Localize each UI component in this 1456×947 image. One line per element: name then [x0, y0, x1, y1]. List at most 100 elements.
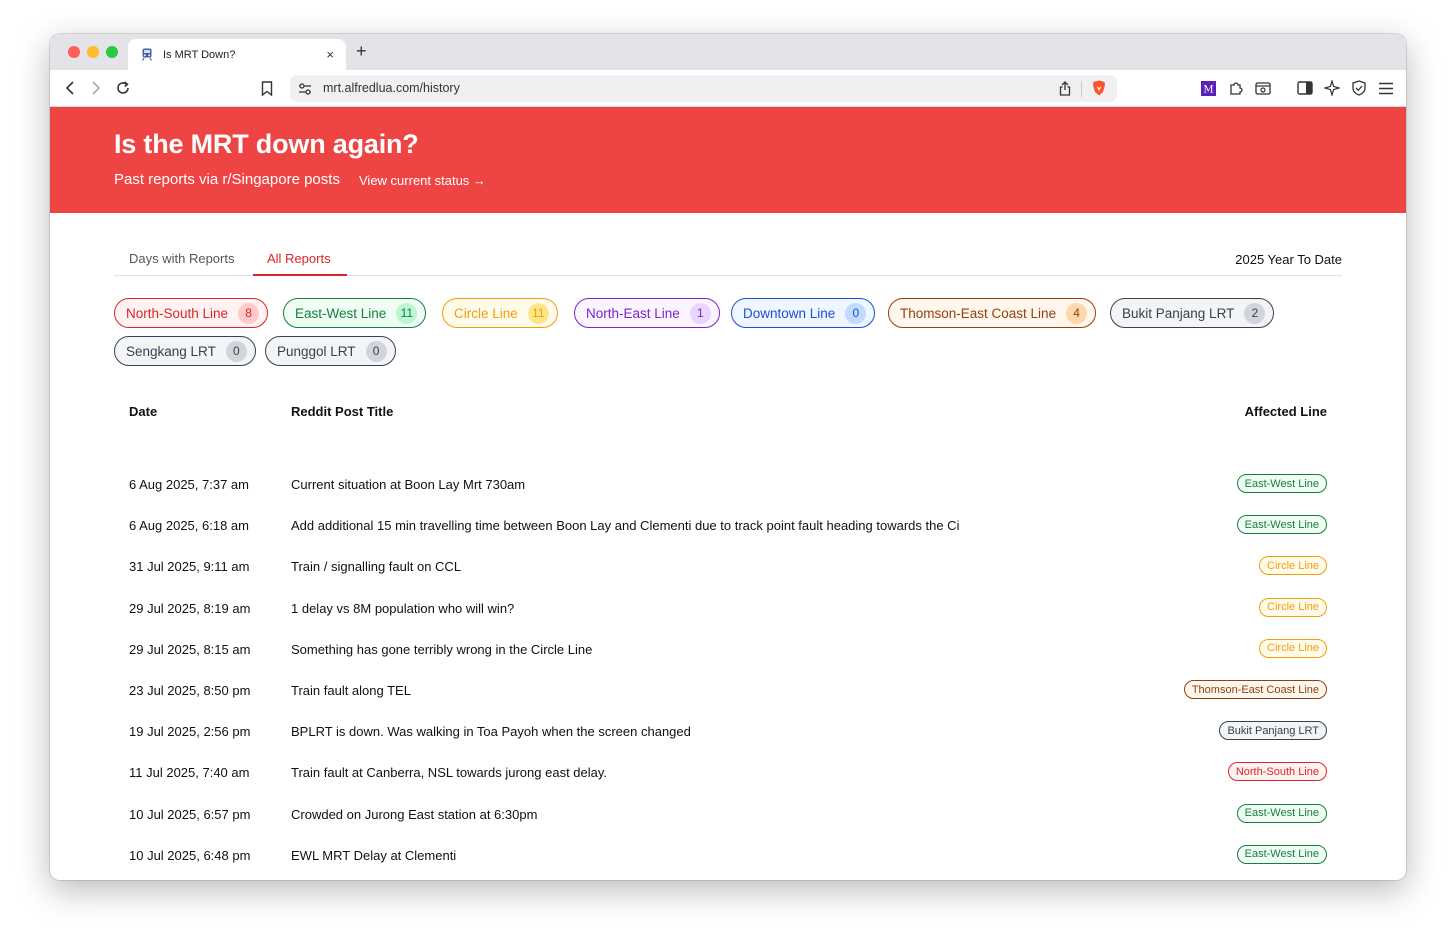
page-subtitle: Past reports via r/Singapore posts: [114, 171, 340, 188]
reload-icon[interactable]: [114, 79, 132, 97]
line-chip-count: 0: [365, 340, 387, 362]
forward-icon[interactable]: [87, 79, 105, 97]
report-date: 10 Jul 2025, 6:57 pm: [129, 806, 251, 822]
affected-line-badge: North-South Line: [1227, 762, 1327, 782]
report-date: 23 Jul 2025, 8:50 pm: [129, 683, 251, 698]
tab-close-icon[interactable]: ×: [326, 47, 334, 62]
bookmark-icon[interactable]: [258, 79, 276, 97]
line-chip-count: 11: [396, 302, 418, 324]
active-tab-indicator: [253, 274, 347, 276]
url-text: mrt.alfredlua.com/history: [323, 81, 460, 95]
line-chip[interactable]: Sengkang LRT 0: [114, 336, 256, 366]
report-title-link[interactable]: Train fault along TEL: [291, 683, 979, 698]
line-chip-count: 11: [527, 302, 549, 324]
line-chip[interactable]: Thomson-East Coast Line 4: [888, 298, 1097, 328]
report-title-link[interactable]: Train fault at Canberra, NSL towards jur…: [291, 765, 979, 780]
table-row: 6 Aug 2025, 6:18 am Add additional 15 min…: [129, 515, 1327, 537]
browser-toolbar: mrt.alfredlua.com/history M: [50, 70, 1406, 107]
column-header-line: Affected Line: [1244, 404, 1327, 419]
table-row: 31 Jul 2025, 9:11 am Train / signalling f…: [129, 556, 1327, 578]
line-chip[interactable]: Downtown Line 0: [731, 298, 876, 328]
column-header-title: Reddit Post Title: [291, 404, 394, 419]
affected-line-badge: East-West Line: [1236, 844, 1327, 864]
line-chip-count: 0: [845, 302, 867, 324]
view-current-status-link[interactable]: View current status →: [359, 173, 486, 188]
column-header-date: Date: [129, 404, 158, 419]
report-date: 29 Jul 2025, 8:15 am: [129, 641, 251, 657]
line-chip[interactable]: Bukit Panjang LRT 2: [1110, 298, 1275, 328]
browser-tab[interactable]: Is MRT Down? ×: [128, 39, 346, 70]
url-divider: [1081, 81, 1082, 97]
table-row: 10 Jul 2025, 6:57 pm Crowded on Jurong Ea…: [129, 803, 1327, 826]
report-title-link[interactable]: Something has gone terribly wrong in the…: [291, 642, 979, 657]
sidebar-icon[interactable]: [1296, 79, 1314, 97]
line-chip-count: 4: [1066, 302, 1088, 324]
extension-m-icon[interactable]: M: [1199, 79, 1217, 97]
brave-shield-icon[interactable]: [1090, 79, 1108, 97]
affected-line-badge: Thomson-East Coast Line: [1183, 680, 1327, 699]
line-chip-label: East-West Line: [295, 305, 387, 321]
line-chip-count: 0: [225, 340, 247, 362]
tab-days-with-reports[interactable]: Days with Reports: [129, 251, 234, 266]
line-chip-label: Sengkang LRT: [126, 343, 216, 359]
report-title-link[interactable]: Train / signalling fault on CCL: [291, 559, 979, 574]
affected-line-badge: East-West Line: [1236, 515, 1327, 535]
line-chip-count: 2: [1244, 302, 1266, 324]
line-chip[interactable]: North-South Line 8: [114, 298, 269, 328]
tab-strip: Is MRT Down? × +: [50, 34, 1406, 70]
table-row: 29 Jul 2025, 8:15 am Something has gone t…: [129, 638, 1327, 661]
minimize-window-button[interactable]: [87, 46, 99, 58]
page-content: Is the MRT down again? Past reports via …: [50, 107, 1406, 880]
report-title-link[interactable]: Crowded on Jurong East station at 6:30pm: [291, 807, 979, 822]
affected-line-badge: Circle Line: [1259, 597, 1327, 617]
line-chip-label: North-East Line: [586, 305, 680, 321]
affected-line-badge: Bukit Panjang LRT: [1219, 721, 1327, 741]
report-title-link[interactable]: EWL MRT Delay at Clementi: [291, 848, 979, 863]
menu-icon[interactable]: [1377, 79, 1395, 97]
table-row: 23 Jul 2025, 8:50 pm Train fault along TE…: [129, 680, 1327, 702]
close-window-button[interactable]: [68, 46, 80, 58]
table-row: 11 Jul 2025, 7:40 am Train fault at Canbe…: [129, 762, 1327, 784]
report-date: 10 Jul 2025, 6:48 pm: [129, 847, 251, 863]
line-chip[interactable]: Punggol LRT 0: [265, 336, 396, 366]
line-chip[interactable]: North-East Line 1: [574, 298, 720, 328]
table-row: 6 Aug 2025, 7:37 am Current situation at …: [129, 474, 1327, 496]
browser-window: Is MRT Down? × + mrt.alfredlua.com/histo…: [50, 34, 1406, 880]
report-title-link[interactable]: 1 delay vs 8M population who will win?: [291, 601, 979, 616]
back-icon[interactable]: [61, 79, 79, 97]
report-title-link[interactable]: Current situation at Boon Lay Mrt 730am: [291, 477, 979, 492]
line-chip-label: Downtown Line: [743, 305, 836, 321]
vpn-shield-icon[interactable]: [1350, 79, 1368, 97]
line-chip-label: Punggol LRT: [277, 343, 356, 359]
zoom-window-button[interactable]: [106, 46, 118, 58]
tab-title: Is MRT Down?: [163, 48, 236, 61]
line-chip-label: Thomson-East Coast Line: [900, 305, 1057, 321]
line-chip-label: Circle Line: [454, 305, 518, 321]
report-tabs: Days with Reports All Reports 2025 Year …: [114, 238, 1342, 276]
line-chip-count: 8: [238, 302, 260, 324]
affected-line-badge: East-West Line: [1236, 474, 1327, 493]
line-chip-label: North-South Line: [126, 305, 229, 321]
affected-line-badge: Circle Line: [1259, 638, 1327, 658]
report-title-link[interactable]: Add additional 15 min travelling time be…: [291, 518, 979, 533]
report-title-link[interactable]: BPLRT is down. Was walking in Toa Payoh …: [291, 724, 979, 739]
period-label: 2025 Year To Date: [1235, 252, 1342, 267]
affected-line-badge: East-West Line: [1236, 803, 1327, 823]
leo-ai-icon[interactable]: [1323, 79, 1341, 97]
address-bar[interactable]: mrt.alfredlua.com/history: [290, 75, 1117, 102]
report-date: 29 Jul 2025, 8:19 am: [129, 600, 251, 616]
tab-all-reports[interactable]: All Reports: [267, 251, 331, 266]
puzzle-icon[interactable]: [1227, 79, 1245, 97]
report-date: 31 Jul 2025, 9:11 am: [129, 559, 250, 575]
share-icon[interactable]: [1056, 79, 1074, 97]
line-chip[interactable]: Circle Line 11: [442, 298, 558, 328]
line-chip[interactable]: East-West Line 11: [283, 298, 427, 328]
site-settings-icon[interactable]: [296, 80, 314, 98]
line-chip-label: Bukit Panjang LRT: [1122, 305, 1235, 321]
wallet-icon[interactable]: [1254, 79, 1272, 97]
table-row: 10 Jul 2025, 6:48 pm EWL MRT Delay at Cle…: [129, 844, 1327, 867]
new-tab-button[interactable]: +: [356, 41, 367, 62]
table-row: 29 Jul 2025, 8:19 am 1 delay vs 8M popula…: [129, 597, 1327, 620]
report-date: 6 Aug 2025, 7:37 am: [129, 477, 249, 492]
svg-text:M: M: [1203, 84, 1213, 95]
